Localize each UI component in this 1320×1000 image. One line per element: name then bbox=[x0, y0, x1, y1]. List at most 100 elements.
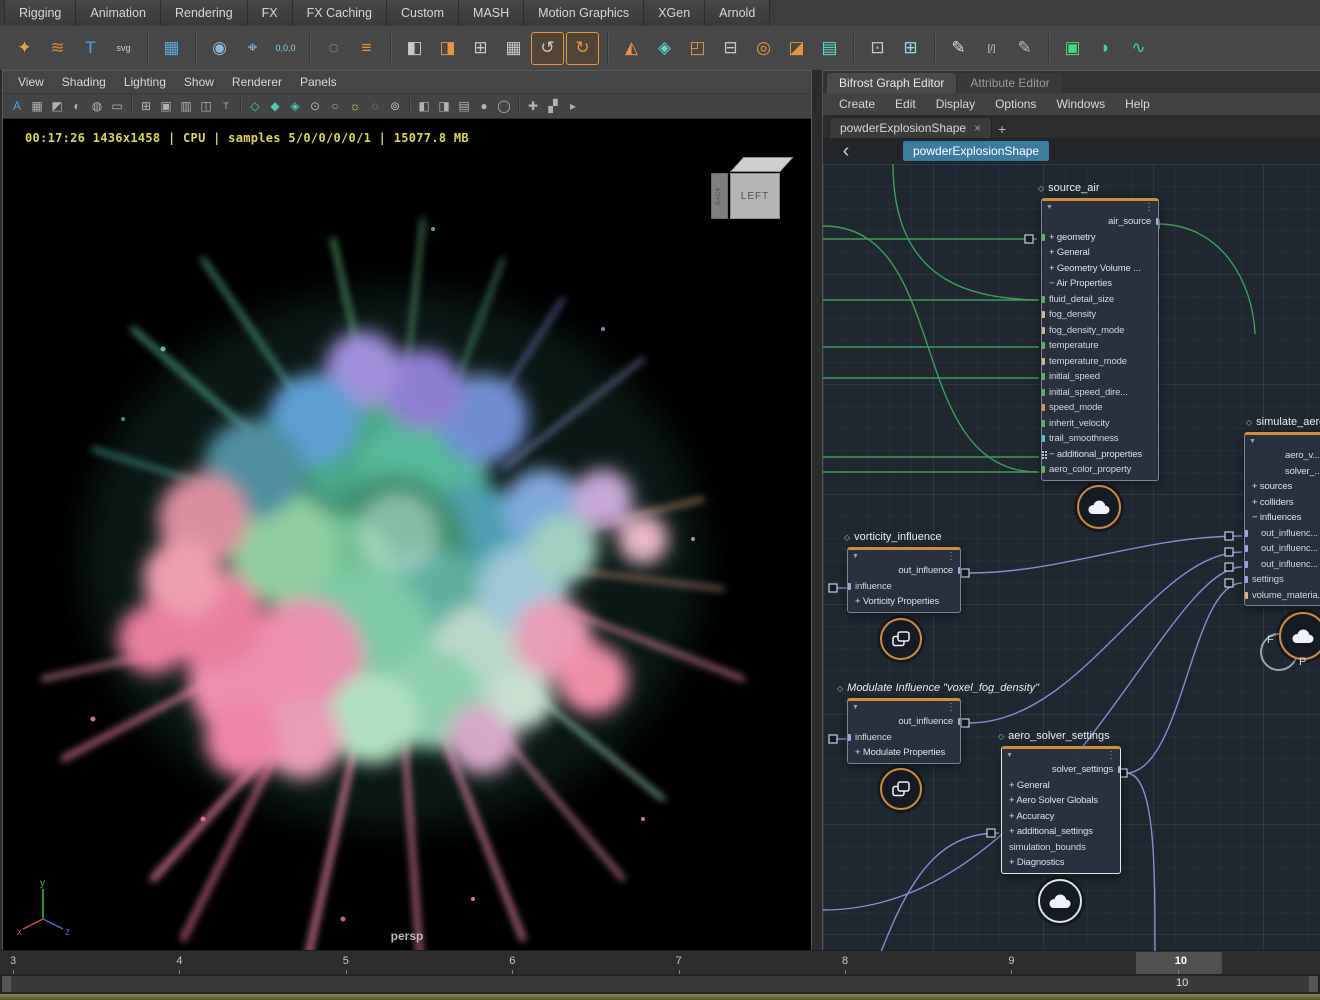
multisample-icon[interactable]: ◯ bbox=[495, 97, 514, 116]
green-port[interactable] bbox=[1042, 342, 1045, 349]
shadows-icon[interactable]: ◌ bbox=[366, 97, 385, 116]
viewport-menu-renderer[interactable]: Renderer bbox=[223, 75, 291, 89]
node-row-out-influence[interactable]: out_influence bbox=[848, 563, 960, 579]
node-badge-source-air[interactable] bbox=[1077, 485, 1121, 529]
snap-toggle-icon[interactable]: ✚ bbox=[524, 97, 543, 116]
node-row-accuracy[interactable]: + Accuracy bbox=[1002, 809, 1120, 825]
grid-dense-icon[interactable]: ▦ bbox=[498, 33, 529, 64]
shaded-icon[interactable]: ◆ bbox=[266, 97, 285, 116]
bifrost-graph-icon[interactable]: ▣ bbox=[1057, 33, 1088, 64]
node-row-colliders[interactable]: + colliders bbox=[1245, 495, 1320, 511]
node-badge-simulate-aero[interactable] bbox=[1279, 612, 1320, 660]
peri-port[interactable] bbox=[1245, 576, 1248, 583]
peri-port[interactable] bbox=[848, 734, 851, 741]
editor-tab-attribute-editor[interactable]: Attribute Editor bbox=[958, 73, 1061, 93]
menu-tab-rigging[interactable]: Rigging bbox=[4, 0, 76, 26]
node-modulate-influence[interactable]: ▼⋮out_influenceinfluence+ Modulate Prope… bbox=[847, 698, 961, 764]
array-port[interactable] bbox=[1042, 450, 1047, 459]
timeline-tick-7[interactable]: 7 bbox=[676, 955, 682, 967]
grid-toggle-icon[interactable]: ▦ bbox=[28, 97, 47, 116]
timeline-tick-8[interactable]: 8 bbox=[842, 955, 848, 967]
range-end-handle[interactable] bbox=[1309, 976, 1318, 992]
node-row-general[interactable]: + General bbox=[1042, 245, 1158, 261]
flat-shade-icon[interactable]: ◍ bbox=[88, 97, 107, 116]
node-menu-icon[interactable]: ⋮ bbox=[946, 704, 956, 712]
node-row-influences[interactable]: − influences bbox=[1245, 510, 1320, 526]
node-row-simulation-bounds[interactable]: simulation_bounds bbox=[1002, 840, 1120, 856]
menu-tab-fx-caching[interactable]: FX Caching bbox=[293, 0, 387, 26]
node-row-diagnostics[interactable]: + Diagnostics bbox=[1002, 855, 1120, 871]
node-row-out-influence[interactable]: out_influence bbox=[848, 714, 960, 730]
tan-port[interactable] bbox=[1042, 358, 1045, 365]
bifrost-menu-options[interactable]: Options bbox=[985, 97, 1046, 111]
node-row-sources[interactable]: + sources bbox=[1245, 479, 1320, 495]
timeline-tick-5[interactable]: 5 bbox=[343, 955, 349, 967]
bifrost-surface-icon[interactable]: ◗ bbox=[1090, 33, 1121, 64]
bifrost-menu-windows[interactable]: Windows bbox=[1046, 97, 1115, 111]
peri-port[interactable] bbox=[1245, 530, 1248, 537]
xray-icon[interactable]: ◧ bbox=[415, 97, 434, 116]
timeline-tick-10[interactable]: 10 bbox=[1175, 955, 1187, 967]
node-menu-icon[interactable]: ⋮ bbox=[1144, 204, 1154, 212]
isolate-select-icon[interactable]: ▤ bbox=[455, 97, 474, 116]
lighting-icon[interactable]: ☼ bbox=[346, 97, 365, 116]
node-title-source-air[interactable]: ◇source_air bbox=[1038, 182, 1100, 194]
grid-minus-icon[interactable]: ⊟ bbox=[715, 33, 746, 64]
node-row-out-influenc[interactable]: out_influenc... bbox=[1245, 541, 1320, 557]
collapse-caret-icon[interactable]: ▼ bbox=[852, 704, 859, 711]
node-row-geometry-volume[interactable]: + Geometry Volume ... bbox=[1042, 261, 1158, 277]
wireframe-icon[interactable]: ◇ bbox=[246, 97, 265, 116]
menu-tab-motion-graphics[interactable]: Motion Graphics bbox=[524, 0, 644, 26]
svg-badge-icon[interactable]: svg bbox=[108, 33, 139, 64]
viewport-menu-view[interactable]: View bbox=[9, 75, 53, 89]
safe-action-icon[interactable]: ◫ bbox=[197, 97, 216, 116]
type-tool-icon[interactable]: T bbox=[75, 33, 106, 64]
back-arrow-icon[interactable]: ‹ bbox=[833, 141, 859, 161]
node-badge-aero-solver-settings[interactable] bbox=[1038, 879, 1082, 923]
green-port[interactable] bbox=[1042, 466, 1045, 473]
peri-port[interactable] bbox=[1245, 561, 1248, 568]
prism-icon[interactable]: ◭ bbox=[616, 33, 647, 64]
menu-tab-arnold[interactable]: Arnold bbox=[705, 0, 770, 26]
node-menu-icon[interactable]: ⋮ bbox=[946, 553, 956, 561]
panel-menu-icon[interactable]: ▸ bbox=[564, 97, 583, 116]
layers-icon[interactable]: ▤ bbox=[814, 33, 845, 64]
texture-res-icon[interactable]: ▞ bbox=[544, 97, 563, 116]
collapse-caret-icon[interactable]: ▼ bbox=[1006, 752, 1013, 759]
diamond-grid-icon[interactable]: ◈ bbox=[649, 33, 680, 64]
node-title-modulate-influence[interactable]: ◇Modulate Influence "voxel_fog_density" bbox=[837, 682, 1039, 694]
grid-dual-icon[interactable]: ⊞ bbox=[895, 33, 926, 64]
node-row-temperature-mode[interactable]: temperature_mode bbox=[1042, 354, 1158, 370]
snap-magnet-icon[interactable]: ◉ bbox=[204, 33, 235, 64]
grid-plus-icon[interactable]: ⊞ bbox=[465, 33, 496, 64]
node-simulate-aero[interactable]: ▼⋮aero_v...solver_...+ sources+ collider… bbox=[1244, 432, 1320, 606]
res-gate-icon[interactable]: ⊞ bbox=[137, 97, 156, 116]
bifrost-menu-help[interactable]: Help bbox=[1115, 97, 1160, 111]
tan-port[interactable] bbox=[1042, 311, 1045, 318]
view-cube-side-face[interactable]: BACK bbox=[711, 173, 728, 219]
menu-tab-custom[interactable]: Custom bbox=[387, 0, 459, 26]
tan-port[interactable] bbox=[1245, 592, 1248, 599]
bifrost-menu-edit[interactable]: Edit bbox=[885, 97, 926, 111]
viewport-menu-panels[interactable]: Panels bbox=[291, 75, 346, 89]
pencil-icon[interactable]: ✎ bbox=[943, 33, 974, 64]
mash-stack-icon[interactable]: ≡ bbox=[351, 33, 382, 64]
green-port[interactable] bbox=[1042, 296, 1045, 303]
node-row-fog-density-mode[interactable]: fog_density_mode bbox=[1042, 323, 1158, 339]
table-icon[interactable]: ▦ bbox=[156, 33, 187, 64]
node-row-settings[interactable]: settings bbox=[1245, 572, 1320, 588]
tan-port[interactable] bbox=[1042, 327, 1045, 334]
viewport-menu-shading[interactable]: Shading bbox=[53, 75, 115, 89]
node-row-inherit-velocity[interactable]: inherit_velocity bbox=[1042, 416, 1158, 432]
green-port[interactable] bbox=[1042, 373, 1045, 380]
xray-joints-icon[interactable]: ◨ bbox=[435, 97, 454, 116]
node-row-vorticity-properties[interactable]: + Vorticity Properties bbox=[848, 594, 960, 610]
node-row-aero-v[interactable]: aero_v... bbox=[1245, 448, 1320, 464]
plane-tilt-icon[interactable]: ◪ bbox=[781, 33, 812, 64]
node-graph-canvas[interactable]: FP ◇source_air▼⋮air_source+ geometry+ Ge… bbox=[823, 164, 1320, 951]
node-row-temperature[interactable]: temperature bbox=[1042, 338, 1158, 354]
timeline-tick-9[interactable]: 9 bbox=[1008, 955, 1014, 967]
node-row-solver[interactable]: solver_... bbox=[1245, 464, 1320, 480]
node-row-out-influenc[interactable]: out_influenc... bbox=[1245, 557, 1320, 573]
cyan-port[interactable] bbox=[1042, 435, 1045, 442]
